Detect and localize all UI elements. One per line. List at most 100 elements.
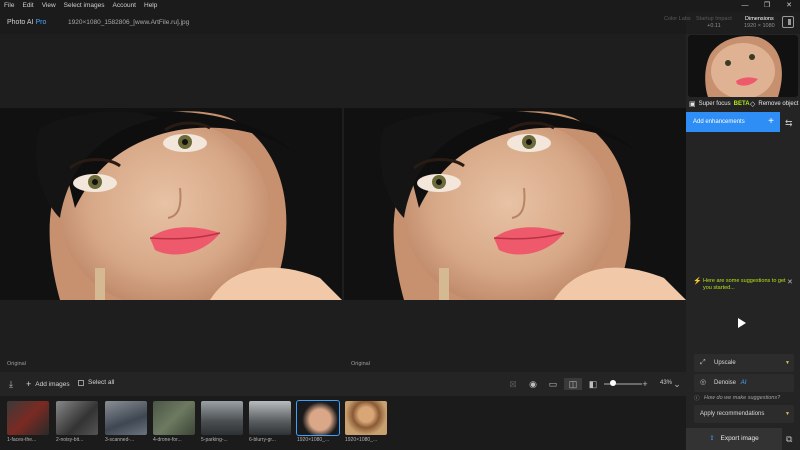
- how-suggestions-label: How do we make suggestions?: [704, 395, 781, 401]
- suggestion-message: ⚡ Here are some suggestions to get you s…: [693, 278, 789, 292]
- right-view-label: Original: [351, 361, 370, 367]
- thumbnail-item[interactable]: 4-drone-for...: [153, 401, 195, 445]
- menu-bar: File Edit View Select images Account Hel…: [0, 0, 800, 12]
- remove-object-button[interactable]: ◇ Remove object: [750, 100, 798, 108]
- select-all-button[interactable]: Select all: [78, 379, 114, 386]
- apply-recommendations-label: Apply recommendations: [700, 411, 765, 417]
- thumbnail-caption: 2-noisy-bit...: [56, 437, 84, 443]
- thumbnail-image: [105, 401, 147, 435]
- upscale-card[interactable]: ⤢ Upscale ▼: [694, 354, 794, 372]
- minimize-icon[interactable]: —: [734, 0, 756, 12]
- info-dimensions: Dimensions 1920 × 1080: [744, 16, 775, 30]
- zoom-slider[interactable]: [604, 380, 642, 386]
- menu-help[interactable]: Help: [140, 0, 161, 12]
- thumbnail-item[interactable]: 6-blurry-gr...: [249, 401, 291, 445]
- menu-select-images[interactable]: Select images: [60, 0, 109, 12]
- plus-icon: +: [26, 379, 32, 389]
- menu-account[interactable]: Account: [109, 0, 141, 12]
- plus-icon: +: [768, 116, 774, 127]
- export-image-label: Export image: [720, 435, 759, 442]
- eye-icon[interactable]: ◉: [524, 378, 542, 390]
- how-suggestions-link[interactable]: ⓘ How do we make suggestions?: [694, 395, 781, 402]
- restore-icon[interactable]: ❐: [756, 0, 778, 12]
- add-images-label: Add images: [35, 380, 70, 388]
- thumbnail-caption: 3-scanned-...: [105, 437, 135, 443]
- thumbnail-image: [153, 401, 195, 435]
- eraser-icon: ◇: [750, 101, 756, 108]
- super-focus-label: Super focus: [698, 101, 731, 107]
- single-view-icon[interactable]: ▭: [544, 378, 562, 390]
- navigator-preview[interactable]: [688, 35, 798, 97]
- add-enhancements-button[interactable]: Add enhancements +: [686, 112, 780, 132]
- focus-icon: ▣: [689, 101, 696, 108]
- close-icon[interactable]: ✕: [787, 278, 793, 286]
- suggestion-text: Here are some suggestions to get you sta…: [703, 278, 786, 291]
- thumbnail-item[interactable]: 5-parking-...: [201, 401, 243, 445]
- collapse-filmstrip-icon[interactable]: ⤓: [2, 378, 20, 390]
- zoom-value: 43%: [660, 380, 673, 386]
- info-startup-impact-label: Startup Impact: [696, 16, 732, 22]
- question-icon: ⓘ: [694, 396, 700, 402]
- menu-edit[interactable]: Edit: [18, 0, 37, 12]
- zoom-slider-knob[interactable]: [610, 380, 616, 386]
- export-image-button[interactable]: ⇪ Export image: [686, 428, 782, 450]
- denoise-label: Denoise: [714, 380, 737, 386]
- pro-badge: Pro: [35, 19, 47, 26]
- menu-file[interactable]: File: [0, 0, 18, 12]
- left-view-label: Original: [7, 361, 26, 367]
- thumbnail-caption: 6-blurry-gr...: [249, 437, 276, 443]
- zoom-menu-icon[interactable]: ⌄: [672, 378, 682, 390]
- preview-image: [688, 35, 798, 97]
- enhanced-image-right: [344, 108, 686, 300]
- thumbnail-caption: 1-faces-the...: [7, 437, 37, 443]
- apply-recommendations-button[interactable]: Apply recommendations ▼: [694, 405, 794, 423]
- upscale-label: Upscale: [714, 360, 736, 366]
- caret-icon: ▼: [785, 360, 790, 366]
- title-bar: Photo AI Pro 1920×1080_1582806_[www.ArtFi…: [0, 12, 686, 34]
- thumbnail-caption: 5-parking-...: [201, 437, 228, 443]
- thumbnail-image: [296, 400, 340, 436]
- upscale-icon: ⤢: [700, 359, 706, 366]
- filmstrip: 1-faces-the... 2-noisy-bit... 3-scanned-…: [0, 396, 686, 450]
- zoom-in-icon[interactable]: +: [640, 378, 650, 390]
- lightning-icon: ⚡: [693, 278, 702, 285]
- file-name: 1920×1080_1582806_[www.ArtFile.ru].jpg: [68, 19, 190, 26]
- thumbnail-item[interactable]: 1-faces-the...: [7, 401, 49, 445]
- thumbnail-image: [56, 401, 98, 435]
- thumbnail-item[interactable]: 2-noisy-bit...: [56, 401, 98, 445]
- bottom-toolbar: ⤓ + Add images Select all ⊠ ◉ ▭ ◫ ◧ + 43…: [0, 372, 686, 396]
- thumbnail-item[interactable]: 3-scanned-...: [105, 401, 147, 445]
- info-startup-impact-value: +0.11: [707, 23, 721, 29]
- window-controls: — ❐ ✕: [734, 0, 800, 12]
- thumbnail-item-selected[interactable]: 1920×1080_...: [296, 400, 340, 445]
- portrait-image: [0, 108, 342, 300]
- share-icon[interactable]: ⧉: [786, 434, 792, 445]
- dimensions-label: Dimensions: [745, 16, 774, 22]
- swap-icon[interactable]: ⇆: [785, 118, 793, 129]
- side-by-side-icon[interactable]: ◫: [564, 378, 582, 390]
- compare-split-icon[interactable]: ⊠: [504, 378, 522, 390]
- play-icon[interactable]: [738, 318, 746, 328]
- right-sidebar: ▣ Super focus BETA ◇ Remove object Add e…: [686, 34, 800, 450]
- panel-toggle-icon[interactable]: [782, 16, 794, 28]
- menu-view[interactable]: View: [38, 0, 60, 12]
- portrait-image: [344, 108, 686, 300]
- remove-object-label: Remove object: [758, 101, 799, 107]
- split-view-icon[interactable]: ◧: [584, 378, 602, 390]
- thumbnail-caption: 4-drone-for...: [153, 437, 182, 443]
- thumbnail-image: [345, 401, 387, 435]
- denoise-card[interactable]: ◎ Denoise AI: [694, 374, 794, 392]
- info-startup-impact: Startup Impact +0.11: [696, 16, 732, 30]
- super-focus-button[interactable]: ▣ Super focus BETA: [689, 100, 750, 108]
- thumbnail-image: [201, 401, 243, 435]
- select-all-label: Select all: [88, 379, 115, 386]
- info-color-labs: Color Labs: [664, 16, 691, 23]
- export-icon: ⇪: [709, 435, 715, 442]
- close-icon[interactable]: ✕: [778, 0, 800, 12]
- app-name: Photo AI: [7, 19, 34, 26]
- add-images-button[interactable]: + Add images: [26, 379, 70, 389]
- thumbnail-image: [249, 401, 291, 435]
- image-canvas: Original Original: [0, 34, 686, 372]
- thumbnail-item[interactable]: 1920×1080_...: [345, 401, 387, 445]
- add-enhancements-label: Add enhancements: [693, 119, 745, 125]
